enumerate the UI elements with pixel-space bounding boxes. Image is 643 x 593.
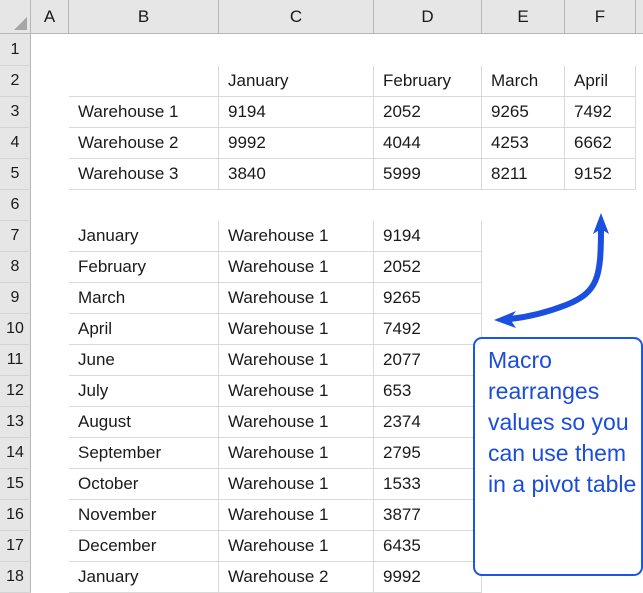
cell-c15[interactable]: Warehouse 1 — [219, 469, 374, 500]
cell-b3[interactable]: Warehouse 1 — [69, 97, 219, 128]
cell-b13[interactable]: August — [69, 407, 219, 438]
row-header-1[interactable]: 1 — [0, 34, 31, 66]
row-header-5[interactable]: 5 — [0, 159, 31, 190]
cell-c4[interactable]: 9992 — [219, 128, 374, 159]
column-header-b[interactable]: B — [69, 0, 219, 33]
cell-d4[interactable]: 4044 — [374, 128, 482, 159]
select-all-corner[interactable] — [0, 0, 31, 33]
cell-b8[interactable]: February — [69, 252, 219, 283]
cell-b4[interactable]: Warehouse 2 — [69, 128, 219, 159]
cell-c11[interactable]: Warehouse 1 — [219, 345, 374, 376]
cell-b7[interactable]: January — [69, 221, 219, 252]
row-header-10[interactable]: 10 — [0, 314, 31, 345]
cell-c3[interactable]: 9194 — [219, 97, 374, 128]
cell-c14[interactable]: Warehouse 1 — [219, 438, 374, 469]
spreadsheet-canvas: A B C D E F 1 2 3 4 5 6 7 8 9 10 11 12 1… — [0, 0, 643, 593]
row-header-15[interactable]: 15 — [0, 469, 31, 500]
cell-d10[interactable]: 7492 — [374, 314, 482, 345]
cell-d8[interactable]: 2052 — [374, 252, 482, 283]
row-header-12[interactable]: 12 — [0, 376, 31, 407]
row-header-6[interactable]: 6 — [0, 190, 31, 221]
cell-d12[interactable]: 653 — [374, 376, 482, 407]
cell-d16[interactable]: 3877 — [374, 500, 482, 531]
cell-b9[interactable]: March — [69, 283, 219, 314]
row-header-13[interactable]: 13 — [0, 407, 31, 438]
row-header-2[interactable]: 2 — [0, 66, 31, 97]
annotation-callout-text: Macro rearranges values so you can use t… — [488, 347, 637, 497]
cell-f2[interactable]: April — [565, 66, 636, 97]
row-header-14[interactable]: 14 — [0, 438, 31, 469]
cell-c8[interactable]: Warehouse 1 — [219, 252, 374, 283]
cell-e5[interactable]: 8211 — [482, 159, 565, 190]
row-header-3[interactable]: 3 — [0, 97, 31, 128]
cell-f5[interactable]: 9152 — [565, 159, 636, 190]
row-header-9[interactable]: 9 — [0, 283, 31, 314]
cell-b15[interactable]: October — [69, 469, 219, 500]
cell-d2[interactable]: February — [374, 66, 482, 97]
cell-b10[interactable]: April — [69, 314, 219, 345]
cell-b11[interactable]: June — [69, 345, 219, 376]
annotation-callout: Macro rearranges values so you can use t… — [473, 337, 643, 576]
cell-c7[interactable]: Warehouse 1 — [219, 221, 374, 252]
cell-d17[interactable]: 6435 — [374, 531, 482, 562]
row-header-16[interactable]: 16 — [0, 500, 31, 531]
cell-f3[interactable]: 7492 — [565, 97, 636, 128]
cell-d3[interactable]: 2052 — [374, 97, 482, 128]
cell-d13[interactable]: 2374 — [374, 407, 482, 438]
cell-e4[interactable]: 4253 — [482, 128, 565, 159]
column-header-a[interactable]: A — [31, 0, 69, 33]
row-header-18[interactable]: 18 — [0, 562, 31, 593]
cell-b2[interactable] — [69, 66, 219, 97]
cell-f4[interactable]: 6662 — [565, 128, 636, 159]
row-header-4[interactable]: 4 — [0, 128, 31, 159]
column-header-band: A B C D E F — [0, 0, 643, 34]
cell-c16[interactable]: Warehouse 1 — [219, 500, 374, 531]
cell-c2[interactable]: January — [219, 66, 374, 97]
cell-c17[interactable]: Warehouse 1 — [219, 531, 374, 562]
cell-b18[interactable]: January — [69, 562, 219, 593]
cell-e3[interactable]: 9265 — [482, 97, 565, 128]
column-header-f[interactable]: F — [565, 0, 636, 33]
column-header-c[interactable]: C — [219, 0, 374, 33]
column-header-g-partial[interactable] — [636, 0, 643, 33]
row-header-8[interactable]: 8 — [0, 252, 31, 283]
cell-b16[interactable]: November — [69, 500, 219, 531]
cell-b14[interactable]: September — [69, 438, 219, 469]
cell-c10[interactable]: Warehouse 1 — [219, 314, 374, 345]
cell-d9[interactable]: 9265 — [374, 283, 482, 314]
row-header-11[interactable]: 11 — [0, 345, 31, 376]
cell-c12[interactable]: Warehouse 1 — [219, 376, 374, 407]
cell-c13[interactable]: Warehouse 1 — [219, 407, 374, 438]
cell-b17[interactable]: December — [69, 531, 219, 562]
cell-b12[interactable]: July — [69, 376, 219, 407]
cell-c9[interactable]: Warehouse 1 — [219, 283, 374, 314]
row-header-17[interactable]: 17 — [0, 531, 31, 562]
curved-double-arrow-icon — [494, 213, 609, 328]
cell-d7[interactable]: 9194 — [374, 221, 482, 252]
cell-b5[interactable]: Warehouse 3 — [69, 159, 219, 190]
row-header-7[interactable]: 7 — [0, 221, 31, 252]
column-header-e[interactable]: E — [482, 0, 565, 33]
cell-c5[interactable]: 3840 — [219, 159, 374, 190]
cell-c18[interactable]: Warehouse 2 — [219, 562, 374, 593]
cell-e2[interactable]: March — [482, 66, 565, 97]
cell-d11[interactable]: 2077 — [374, 345, 482, 376]
column-header-d[interactable]: D — [374, 0, 482, 33]
cell-d15[interactable]: 1533 — [374, 469, 482, 500]
cell-d14[interactable]: 2795 — [374, 438, 482, 469]
select-all-triangle-icon — [14, 17, 27, 30]
cell-d18[interactable]: 9992 — [374, 562, 482, 593]
cell-d5[interactable]: 5999 — [374, 159, 482, 190]
